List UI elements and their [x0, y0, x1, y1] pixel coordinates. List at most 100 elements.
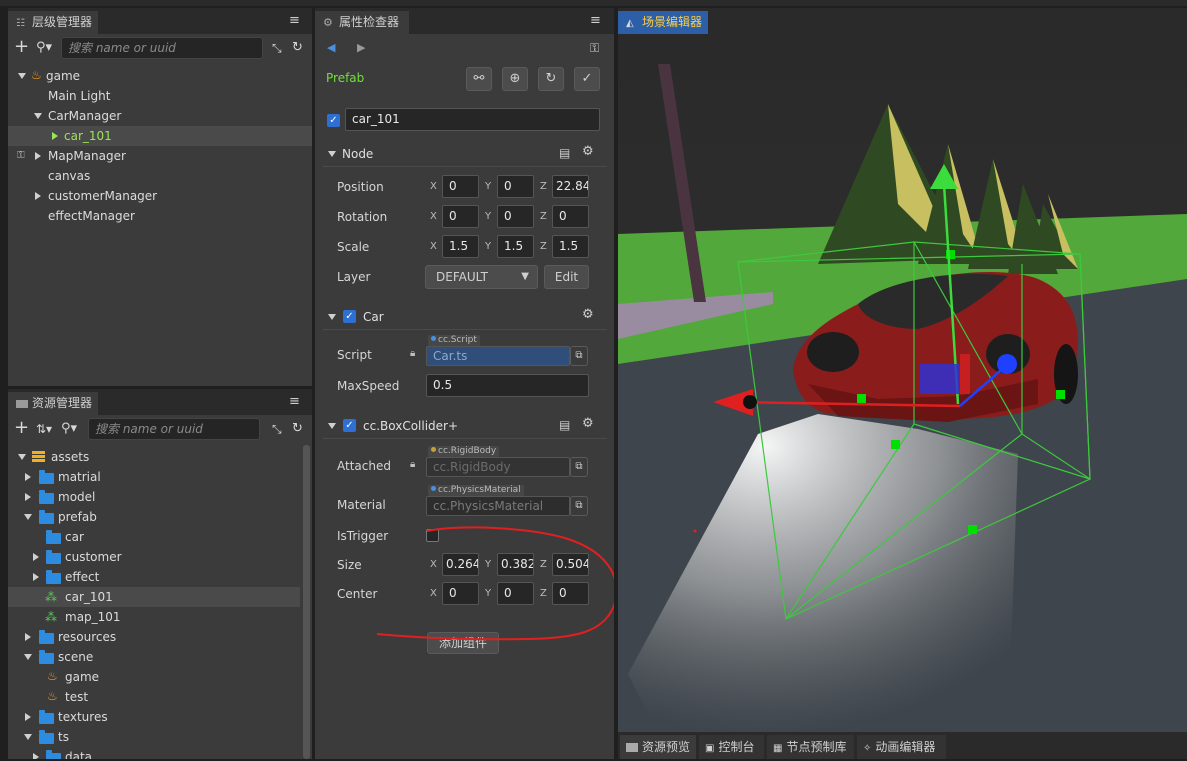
tab-asset-preview-label: 资源预览 [642, 740, 691, 754]
hierarchy-search-input[interactable]: 搜索 name or uuid [61, 37, 263, 59]
asset-label: customer [65, 550, 122, 564]
assets-tab[interactable]: 资源管理器 [8, 392, 98, 415]
expand-arrow-icon[interactable] [24, 514, 32, 520]
tree-node-car-101[interactable]: car_101 [8, 126, 312, 146]
expand-arrow-icon[interactable] [18, 454, 26, 460]
asset-test-scene[interactable]: ♨ test [8, 687, 303, 707]
refresh-icon[interactable]: ↻ [292, 39, 303, 57]
prefab-icon: ⁂ [45, 590, 57, 604]
asset-car-101[interactable]: ⁂ car_101 [8, 587, 300, 607]
expand-arrow-icon[interactable] [52, 132, 58, 140]
scene-icon: ♨ [47, 669, 58, 683]
refresh-icon[interactable]: ↻ [292, 420, 303, 438]
asset-model[interactable]: model [8, 487, 303, 507]
expand-arrow-icon[interactable] [25, 473, 31, 481]
expand-arrow-icon[interactable] [35, 192, 41, 200]
folder-icon [39, 630, 54, 644]
scene-editor-panel: ◭ 场景编辑器 [618, 8, 1187, 732]
tree-node-customermanager[interactable]: customerManager [8, 186, 312, 206]
scene-editor-tab[interactable]: ◭ 场景编辑器 [618, 11, 708, 34]
asset-matrial[interactable]: matrial [8, 467, 303, 487]
assets-scrollbar[interactable] [303, 445, 310, 759]
prefab-icon: ⁂ [45, 610, 57, 624]
tree-node-effectmanager[interactable]: effectManager [8, 206, 312, 226]
asset-prefab[interactable]: prefab [8, 507, 303, 527]
hierarchy-toolbar: + ⚲▾ 搜索 name or uuid ⤡ ↻ [8, 36, 312, 62]
top-strip [0, 0, 1187, 6]
hierarchy-tab[interactable]: ☷ 层级管理器 [8, 11, 98, 34]
asset-label: effect [65, 570, 100, 584]
assets-menu-icon[interactable]: ≡ [289, 395, 300, 409]
expand-arrow-icon[interactable] [33, 573, 39, 581]
folder-icon [46, 550, 61, 564]
folder-icon [39, 510, 54, 524]
folder-icon [39, 470, 54, 484]
asset-resources[interactable]: resources [8, 627, 303, 647]
tree-node-main-light[interactable]: Main Light [8, 86, 312, 106]
hierarchy-menu-icon[interactable]: ≡ [289, 14, 300, 28]
tree-node-label: game [46, 69, 81, 83]
expand-arrow-icon[interactable] [24, 734, 32, 740]
tab-animation-editor-label: 动画编辑器 [875, 740, 936, 754]
tree-node-label: CarManager [48, 109, 122, 123]
folder-icon [39, 730, 54, 744]
asset-label: data [65, 750, 93, 759]
scene-viewport[interactable] [618, 34, 1187, 732]
hierarchy-tabbar: ☷ 层级管理器 ≡ [8, 8, 312, 34]
add-asset-icon[interactable]: + [14, 419, 29, 437]
tab-node-prefab-library[interactable]: ▦ 节点预制库 [767, 735, 854, 759]
folder-icon [16, 400, 28, 408]
asset-label: prefab [58, 510, 97, 524]
tab-console[interactable]: ▣ 控制台 [699, 735, 764, 759]
asset-assets[interactable]: assets [8, 447, 303, 467]
expand-arrow-icon[interactable] [33, 553, 39, 561]
sort-icon[interactable]: ⇅▾ [36, 420, 52, 438]
asset-ts[interactable]: ts [8, 727, 303, 747]
scene-icon: ◭ [626, 18, 634, 29]
collapse-icon[interactable]: ⤡ [272, 39, 282, 57]
asset-effect[interactable]: effect [8, 567, 303, 587]
folder-icon [46, 750, 61, 759]
asset-data[interactable]: data [8, 747, 303, 759]
expand-arrow-icon[interactable] [25, 493, 31, 501]
database-icon [32, 451, 45, 463]
asset-customer[interactable]: customer [8, 547, 303, 567]
folder-icon [626, 743, 638, 752]
expand-arrow-icon[interactable] [24, 654, 32, 660]
scene-icon: ♨ [31, 68, 42, 82]
asset-game-scene[interactable]: ♨ game [8, 667, 303, 687]
assets-search-input[interactable]: 搜索 name or uuid [88, 418, 260, 440]
tab-console-label: 控制台 [718, 740, 755, 754]
expand-arrow-icon[interactable] [18, 73, 26, 79]
tree-node-game[interactable]: ♨ game [8, 66, 312, 86]
tab-animation-editor[interactable]: ✧ 动画编辑器 [857, 735, 946, 759]
expand-arrow-icon[interactable] [25, 633, 31, 641]
tree-node-mapmanager[interactable]: ⚿ MapManager [8, 146, 312, 166]
console-icon: ▣ [705, 743, 715, 754]
asset-textures[interactable]: textures [8, 707, 303, 727]
asset-label: game [65, 670, 100, 684]
expand-arrow-icon[interactable] [35, 152, 41, 160]
tree-node-carmanager[interactable]: CarManager [8, 106, 312, 126]
expand-arrow-icon[interactable] [25, 713, 31, 721]
add-node-icon[interactable]: + [14, 38, 29, 56]
tab-asset-preview[interactable]: 资源预览 [620, 735, 696, 759]
folder-icon [46, 530, 61, 544]
collapse-icon[interactable]: ⤡ [272, 420, 282, 438]
inspector-panel: ⚙ 属性检查器 ≡ ◀ ▶ ⚿ Prefab ⚯ ⊕ ↻ ✓ ✓ car_101 … [315, 8, 614, 759]
tree-node-label: MapManager [48, 149, 126, 163]
asset-label: ts [58, 730, 69, 744]
asset-map-101[interactable]: ⁂ map_101 [8, 607, 303, 627]
lock-icon[interactable]: ⚿ [17, 146, 25, 166]
tree-node-label: car_101 [64, 129, 112, 143]
asset-scene[interactable]: scene [8, 647, 303, 667]
asset-car[interactable]: car [8, 527, 303, 547]
animation-icon: ✧ [863, 743, 872, 754]
expand-arrow-icon[interactable] [34, 113, 42, 119]
assets-toolbar: + ⇅▾ ⚲▾ 搜索 name or uuid ⤡ ↻ [8, 417, 312, 443]
tree-node-canvas[interactable]: canvas [8, 166, 312, 186]
library-icon: ▦ [773, 743, 783, 754]
expand-arrow-icon[interactable] [33, 753, 39, 759]
search-icon[interactable]: ⚲▾ [36, 39, 52, 57]
search-icon[interactable]: ⚲▾ [61, 420, 77, 438]
